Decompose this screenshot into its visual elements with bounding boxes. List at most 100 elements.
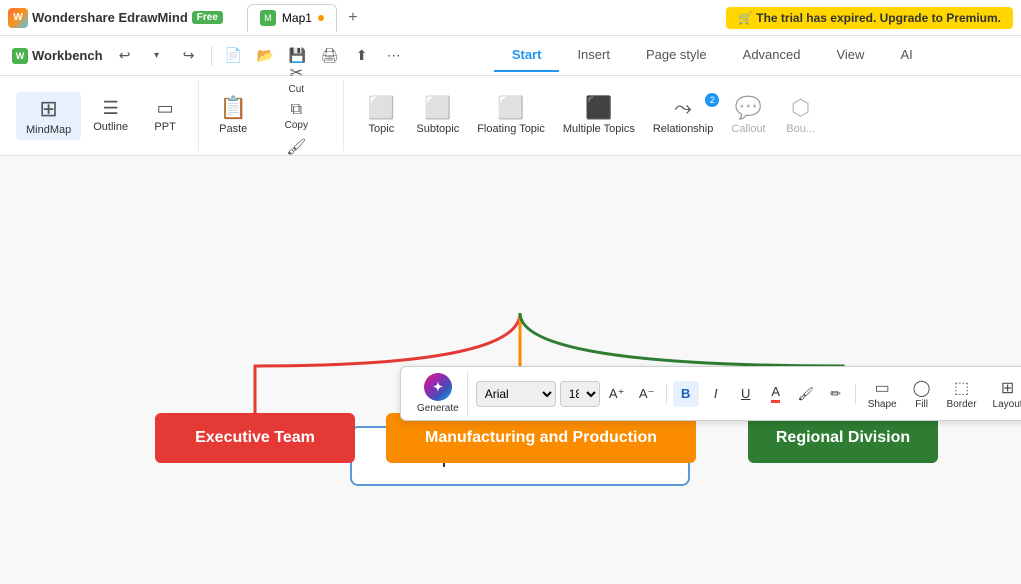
export-button[interactable]: ⬆ [348, 42, 376, 70]
layout-button[interactable]: ⊞ Layout [987, 376, 1021, 412]
workbench-icon: W [12, 48, 28, 64]
manufacturing-label: Manufacturing and Production [425, 429, 657, 447]
paste-icon: 📋 [219, 95, 246, 121]
redo-button[interactable]: ↪ [175, 42, 203, 70]
subtopic-label: Subtopic [416, 123, 459, 136]
fill-button[interactable]: ◯ Fill [907, 376, 937, 412]
shape-button[interactable]: ▭ Shape [862, 376, 903, 412]
layout-icon: ⊞ [1001, 378, 1014, 398]
tab-view[interactable]: View [818, 39, 882, 72]
font-size-select[interactable]: 18 [560, 381, 600, 407]
layout-label: Layout [993, 399, 1021, 410]
ribbon-clipboard-group: 📋 Paste ✂ Cut ⧉ Copy 🖌 Format Painter [203, 80, 344, 151]
eraser-button[interactable]: ✏ [823, 381, 849, 407]
highlight-button[interactable]: 🖌 [793, 381, 819, 407]
underline-button[interactable]: U [733, 381, 759, 407]
ppt-icon: ▭ [157, 98, 174, 119]
shape-icon: ▭ [875, 378, 890, 398]
decrease-font-button[interactable]: A⁻ [634, 381, 660, 407]
tab-advanced[interactable]: Advanced [725, 39, 819, 72]
outline-label: Outline [93, 121, 128, 133]
free-badge: Free [192, 11, 223, 24]
subtopic-button[interactable]: ⬜ Subtopic [408, 91, 467, 140]
tab-unsaved-dot [318, 15, 324, 21]
executive-team-label: Executive Team [195, 429, 315, 447]
more-options-button[interactable]: ⋯ [380, 42, 408, 70]
border-label: Border [947, 399, 977, 410]
generate-button[interactable]: ✦ Generate [409, 371, 468, 416]
format-painter-icon: 🖌 [286, 137, 306, 157]
toolbar-sep-1 [211, 46, 212, 66]
font-color-button[interactable]: A [763, 381, 789, 407]
border-button[interactable]: ⬚ Border [941, 376, 983, 412]
font-select[interactable]: Arial [476, 381, 556, 407]
tab-ai[interactable]: AI [882, 39, 930, 72]
tab-page-style[interactable]: Page style [628, 39, 725, 72]
format-toolbar: ✦ Generate Arial 18 A⁺ A⁻ B I U A 🖌 ✏ ▭ … [400, 366, 1021, 421]
copy-label: Copy [285, 120, 308, 131]
cut-button[interactable]: ✂ Cut [257, 61, 335, 97]
generate-icon: ✦ [424, 373, 452, 401]
new-tab-button[interactable]: + [341, 6, 365, 30]
canvas[interactable]: ✦ Generate Arial 18 A⁺ A⁻ B I U A 🖌 ✏ ▭ … [0, 156, 1021, 584]
multiple-topics-button[interactable]: ⬛ Multiple Topics [555, 91, 643, 140]
boundary-button[interactable]: ⬡ Bou... [776, 91, 826, 140]
paste-label: Paste [219, 123, 247, 136]
topic-button[interactable]: ⬜ Topic [356, 91, 406, 140]
subtopic-icon: ⬜ [424, 95, 451, 121]
topic-icon: ⬜ [368, 95, 395, 121]
italic-button[interactable]: I [703, 381, 729, 407]
floating-topic-label: Floating Topic [477, 123, 545, 136]
floating-topic-icon: ⬜ [497, 95, 524, 121]
floating-topic-button[interactable]: ⬜ Floating Topic [469, 91, 553, 140]
border-icon: ⬚ [954, 378, 969, 398]
app-name: Wondershare EdrawMind [32, 10, 188, 25]
increase-font-button[interactable]: A⁺ [604, 381, 630, 407]
map1-tab-label: Map1 [282, 11, 312, 25]
relationship-icon: ⤳ [674, 95, 692, 121]
map-tab-icon: M [260, 10, 276, 26]
outline-icon: ☰ [103, 98, 119, 119]
new-file-button[interactable]: 📄 [220, 42, 248, 70]
mindmap-icon: ⊞ [39, 96, 57, 122]
ft-sep-2 [855, 384, 856, 404]
cut-label: Cut [289, 84, 305, 95]
topic-label: Topic [369, 123, 395, 136]
shape-label: Shape [868, 399, 897, 410]
ppt-label: PPT [154, 121, 175, 133]
ribbon-mindmap[interactable]: ⊞ MindMap [16, 92, 81, 140]
bold-button[interactable]: B [673, 381, 699, 407]
trial-banner[interactable]: 🛒 The trial has expired. Upgrade to Prem… [726, 7, 1013, 29]
app-logo: W Wondershare EdrawMind Free [8, 8, 223, 28]
generate-label: Generate [417, 403, 459, 414]
relationship-button[interactable]: ⤳ Relationship 2 [645, 91, 722, 140]
callout-button[interactable]: 💬 Callout [723, 91, 773, 140]
tab-bar: M Map1 + [247, 4, 365, 32]
executive-team-topic[interactable]: Executive Team [155, 413, 355, 463]
paste-button[interactable]: 📋 Paste [211, 91, 255, 140]
ribbon-outline[interactable]: ☰ Outline [83, 94, 138, 137]
tab-insert[interactable]: Insert [559, 39, 628, 72]
undo-dropdown[interactable]: ▾ [143, 42, 171, 70]
ribbon-insert-group: ⬜ Topic ⬜ Subtopic ⬜ Floating Topic ⬛ Mu… [348, 80, 833, 151]
copy-button[interactable]: ⧉ Copy [257, 99, 335, 133]
callout-icon: 💬 [735, 95, 762, 121]
cut-icon: ✂ [290, 63, 303, 83]
tab-start[interactable]: Start [494, 39, 560, 72]
ribbon: ⊞ MindMap ☰ Outline ▭ PPT 📋 Paste ✂ Cut … [0, 76, 1021, 156]
fill-label: Fill [915, 399, 928, 410]
nav-tabs: Start Insert Page style Advanced View AI [494, 39, 931, 72]
map1-tab[interactable]: M Map1 [247, 4, 337, 32]
undo-button[interactable]: ↩ [111, 42, 139, 70]
mindmap-label: MindMap [26, 124, 71, 136]
ft-sep-1 [666, 384, 667, 404]
ribbon-ppt[interactable]: ▭ PPT [140, 94, 190, 137]
title-bar: W Wondershare EdrawMind Free M Map1 + 🛒 … [0, 0, 1021, 36]
relationship-label: Relationship [653, 123, 714, 136]
boundary-label: Bou... [786, 123, 815, 136]
regional-division-label: Regional Division [776, 429, 910, 447]
fill-icon: ◯ [913, 378, 931, 398]
boundary-icon: ⬡ [791, 95, 810, 121]
workbench-bar: W Workbench ↩ ▾ ↪ 📄 📂 💾 🖨 ⬆ ⋯ Start Inse… [0, 36, 1021, 76]
multiple-topics-label: Multiple Topics [563, 123, 635, 136]
